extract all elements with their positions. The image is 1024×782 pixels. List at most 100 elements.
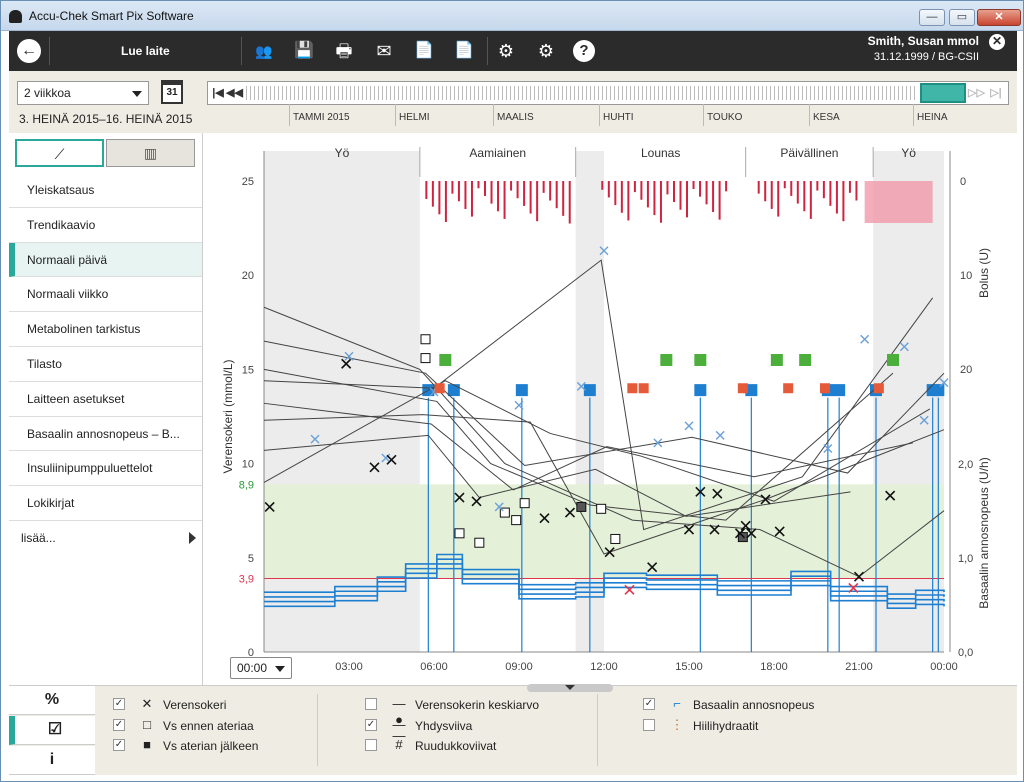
pump-alert-marker [434,383,445,394]
rewind-icon[interactable]: ◀◀ [226,84,243,102]
legend-checkbox[interactable]: ✓ [643,698,655,710]
first-icon[interactable]: |◀ [210,84,226,102]
legend-checkbox[interactable]: ✓ [113,698,125,710]
before-meal-marker [454,528,465,539]
legend-panel: % ☑ i ✓ ✕ Verensokeri ✓ □ Vs ennen ateriaa ✓ ■ V… [9,684,1017,775]
nav-item-statistics[interactable]: Tilasto [9,347,202,382]
title-bar: Accu-Chek Smart Pix Software — ▭ ✕ [1,1,1023,31]
legend-item-average[interactable]: —●— Verensokerin keskiarvo [365,696,585,743]
patient-dob: 31.12.1999 / BG-CSII [873,51,979,63]
x-tick-label: 15:00 [675,661,703,673]
bolus-tick-label: 20 [960,364,972,376]
pump-alert-marker [820,383,830,394]
print-icon[interactable]: 🖶 [331,39,357,63]
pump-run-marker [799,353,812,366]
legend-checkbox[interactable]: ✓ [113,718,125,731]
meal-period-label: Yö [901,146,916,160]
nav-more-label: lisää... [21,530,56,545]
legend-checkbox[interactable] [365,698,377,710]
pdf-icon[interactable]: 📄 [411,39,437,63]
last-icon[interactable]: ▷| [988,84,1004,102]
forward-icon[interactable]: ▷▷ [968,84,985,102]
nav-item-device-settings[interactable]: Laitteen asetukset [9,382,202,417]
legend-item-after-meal[interactable]: ✓ ■ Vs aterian jälkeen [113,737,313,758]
legend-item-carbohydrates[interactable]: ⋮ Hiilihydraatit [643,717,863,738]
basal-tick-label: 0,0 [958,647,973,659]
device-settings-icon[interactable]: ⚙ [533,39,559,63]
timeline-track[interactable] [246,86,916,100]
people-icon[interactable]: 👥 [251,39,277,63]
after-meal-icon: ■ [143,737,151,752]
meal-period-label: Lounas [641,146,680,160]
legend-divider [597,694,598,766]
legend-checkbox[interactable] [643,718,655,731]
legend-item-connector-line[interactable]: ✓ — Yhdysviiva [365,717,585,738]
email-icon[interactable]: ✉ [371,39,397,63]
month-label: KESA [809,104,840,126]
app-window: Accu-Chek Smart Pix Software — ▭ ✕ ← Lue… [0,0,1024,782]
x-tick-label: 09:00 [505,661,533,673]
nav-item-metabolic[interactable]: Metabolinen tarkistus [9,312,202,347]
help-icon[interactable]: ? [573,40,595,62]
meal-period-label: Päivällinen [780,146,838,160]
period-value: 2 viikkoa [24,86,71,100]
chevron-right-icon [189,531,196,544]
basal-tick-label: 1,0 [958,553,973,565]
period-select[interactable]: 2 viikkoa [17,81,149,105]
calendar-icon[interactable]: 31 [161,80,183,104]
nav-more[interactable]: lisää... [9,521,202,555]
blood-glucose-icon: ✕ [141,696,153,711]
nav-item-standard-day[interactable]: Normaali päivä [9,242,202,278]
bolus-marker [833,384,846,397]
settings-icon[interactable]: ⚙ [493,39,519,63]
bolus-marker [694,384,707,397]
legend-item-gridlines[interactable]: # Ruudukkoviivat [365,737,585,758]
pump-alert-marker [638,383,649,394]
tab-legend[interactable]: ☑ [9,716,95,745]
legend-column-bg: ✓ ✕ Verensokeri ✓ □ Vs ennen ateriaa ✓ ■ Vs ater… [113,696,313,758]
nav-item-standard-week[interactable]: Normaali viikko [9,277,202,313]
table-view-button[interactable]: ▥ [106,139,195,167]
pump-run-marker [660,353,673,366]
legend-item-blood-glucose[interactable]: ✓ ✕ Verensokeri [113,696,313,717]
save-icon[interactable]: 💾 [291,39,317,63]
maximize-button[interactable]: ▭ [949,9,975,26]
back-button[interactable]: ← [17,39,41,63]
legend-label: Yhdysviiva [415,718,473,733]
timeline-scroller[interactable]: |◀ ◀◀ ▷▷ ▷| [207,81,1009,105]
y-tick-label: 5 [248,553,254,565]
nav-item-basal-rate[interactable]: Basaalin annosnopeus – B... [9,417,202,452]
legend-checkbox[interactable]: ✓ [113,739,125,751]
nav-item-trend[interactable]: Trendikaavio [9,208,202,243]
report-list: Yleiskatsaus Trendikaavio Normaali päivä… [9,173,202,555]
graph-view-button[interactable]: ⟋ [15,139,104,167]
minimize-button[interactable]: — [919,9,945,26]
timeline-window-handle[interactable] [920,83,966,103]
legend-checkbox[interactable]: ✓ [365,718,377,731]
legend-item-basal-rate[interactable]: ✓ ⌐ Basaalin annosnopeus [643,696,863,717]
date-range: 3. HEINÄ 2015–16. HEINÄ 2015 [19,112,193,126]
legend-checkbox[interactable] [365,739,377,751]
bg-other-day-marker [684,421,694,431]
bolus-tick-label: 10 [960,270,972,282]
before-meal-marker [610,533,621,544]
legend-item-before-meal[interactable]: ✓ □ Vs ennen ateriaa [113,717,313,738]
collapse-handle[interactable] [527,684,613,692]
before-meal-marker [420,334,431,345]
close-window-button[interactable]: ✕ [977,9,1021,26]
read-device-button[interactable]: Lue laite [121,44,170,58]
nav-item-logbooks[interactable]: Lokikirjat [9,486,202,521]
toolbar: ← Lue laite 👥 💾 🖶 ✉ 📄 📄 ⚙ ⚙ ? Smith, Sus… [9,31,1017,71]
tab-info[interactable]: i [9,746,95,775]
chevron-down-icon [132,91,142,97]
target-high-label: 8,9 [239,479,254,491]
x-tick-label: 18:00 [760,661,788,673]
pump-run-marker [770,353,783,366]
start-time-select[interactable]: 00:00 [230,657,292,679]
nav-item-overview[interactable]: Yleiskatsaus [9,173,202,208]
nav-item-pump-lists[interactable]: Insuliinipumppuluettelot [9,451,202,487]
extended-bolus [864,181,933,223]
pdf-export-icon[interactable]: 📄 [451,39,477,63]
close-patient-icon[interactable]: ✕ [989,34,1005,50]
tab-percent[interactable]: % [9,686,95,715]
